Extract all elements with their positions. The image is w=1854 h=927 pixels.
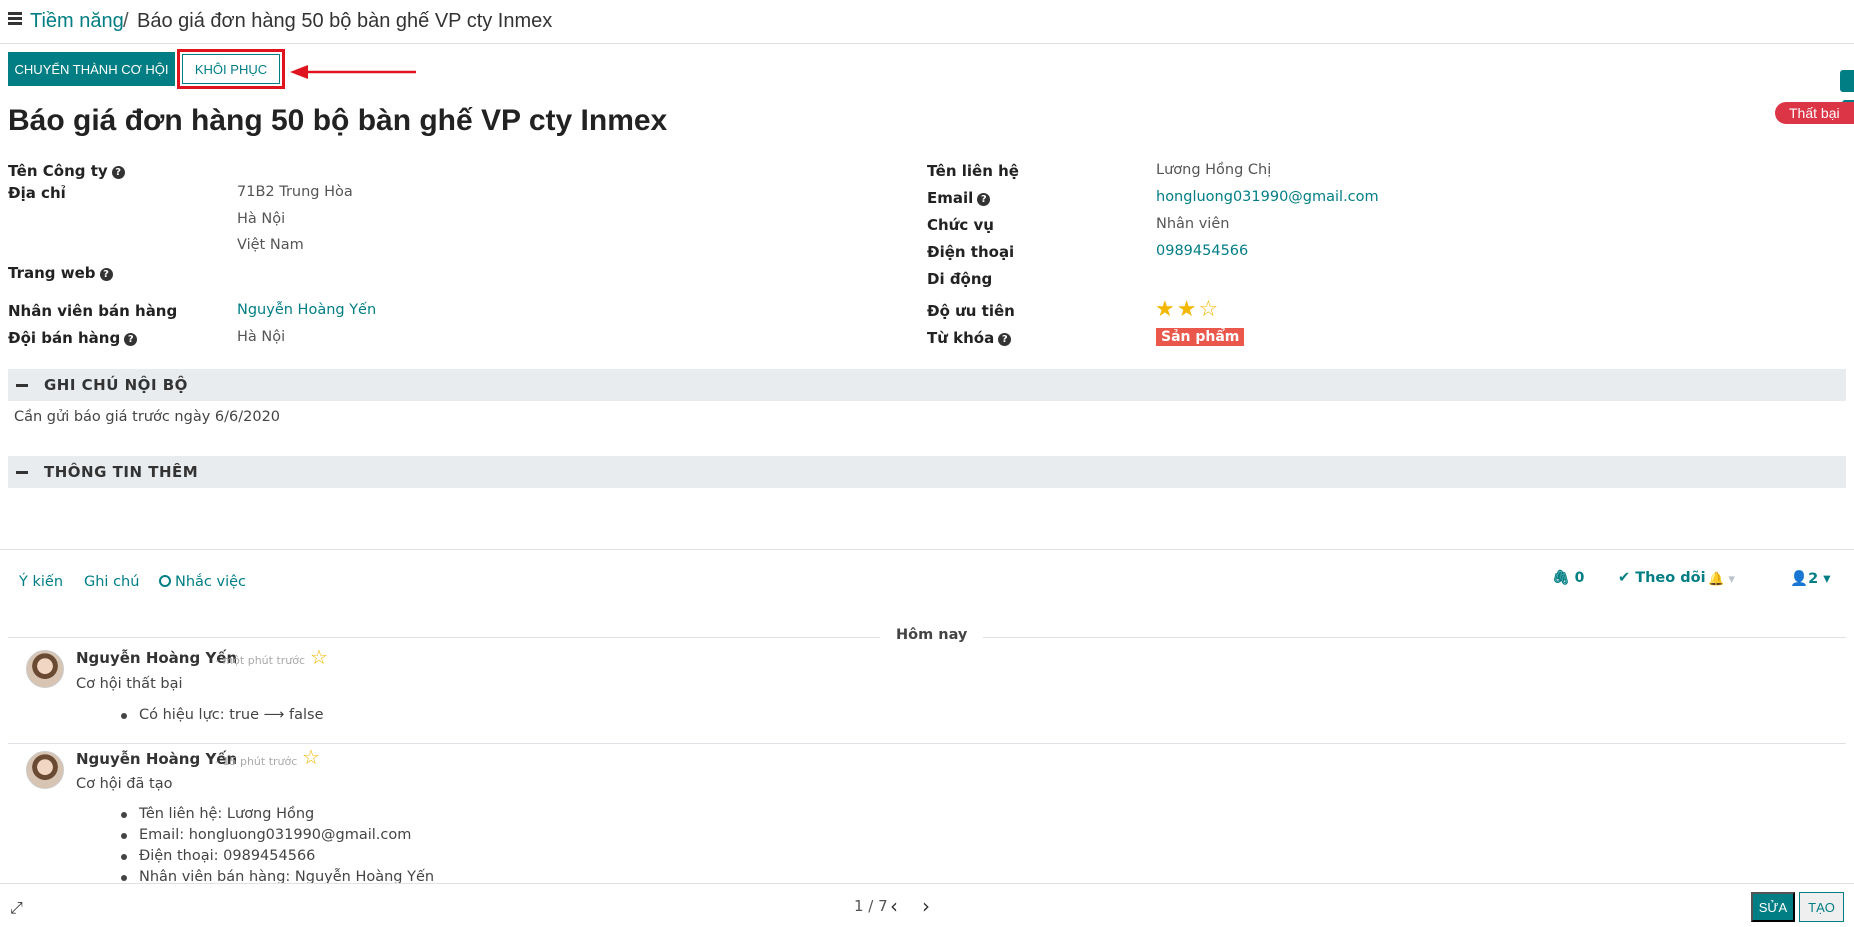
avatar[interactable] xyxy=(26,751,64,789)
email-link[interactable]: hongluong031990@gmail.com xyxy=(1156,189,1379,205)
message-separator xyxy=(8,743,1846,744)
job-position-field[interactable]: Nhân viên xyxy=(1156,216,1229,232)
message-author[interactable]: Nguyễn Hoàng Yến xyxy=(76,750,237,768)
tracking-value-item: Có hiệu lực: true ⟶ false xyxy=(121,705,324,726)
tracking-values-list: Có hiệu lực: true ⟶ false xyxy=(121,705,324,726)
check-icon: ✔ xyxy=(1618,570,1631,586)
collapse-icon[interactable] xyxy=(16,384,28,387)
job-position-label: Chức vụ xyxy=(927,216,994,234)
phone-label: Điện thoại xyxy=(927,243,1015,261)
followers-button[interactable]: 👤2 ▾ xyxy=(1790,570,1830,587)
salesperson-label: Nhân viên bán hàng xyxy=(8,302,178,320)
tracking-value-item: Điện thoại: 0989454566 xyxy=(121,846,434,867)
tag-badge: Sản phẩm xyxy=(1156,328,1245,346)
star-icon[interactable]: ☆ xyxy=(310,645,328,669)
avatar[interactable] xyxy=(26,650,64,688)
star-filled-icon[interactable]: ★ xyxy=(1177,297,1199,322)
message-body: Cơ hội đã tạo xyxy=(76,776,173,792)
breadcrumb-separator: / xyxy=(123,10,129,32)
sales-team-label: Đội bán hàng? xyxy=(8,329,138,347)
chevron-left-icon[interactable]: ‹ xyxy=(890,894,898,918)
tracking-values-list: Tên liên hệ: Lương Hồng Email: hongluong… xyxy=(121,804,434,888)
help-icon[interactable]: ? xyxy=(124,333,138,346)
priority-label: Độ ưu tiên xyxy=(927,302,1015,320)
star-icon[interactable]: ☆ xyxy=(302,745,320,769)
status-ribbon-lost: Thất bại xyxy=(1775,102,1854,124)
edit-button[interactable]: SỬA xyxy=(1751,892,1795,922)
chatter-divider xyxy=(0,549,1854,550)
tracking-value-item: Tên liên hệ: Lương Hồng xyxy=(121,804,434,825)
help-icon[interactable]: ? xyxy=(977,193,991,206)
internal-notes-section-header[interactable]: GHI CHÚ NỘI BỘ xyxy=(8,369,1846,401)
record-title: Báo giá đơn hàng 50 bộ bàn ghế VP cty In… xyxy=(8,104,668,137)
address-label: Địa chỉ xyxy=(8,184,66,202)
tags-label: Từ khóa? xyxy=(927,329,1012,347)
convert-to-opportunity-button[interactable]: CHUYỂN THÀNH CƠ HỘI xyxy=(8,52,175,86)
contact-name-field[interactable]: Lương Hồng Chị xyxy=(1156,162,1271,178)
expand-icon[interactable]: ⤢ xyxy=(10,898,23,918)
company-name-label: Tên Công ty? xyxy=(8,162,125,180)
message-body: Cơ hội thất bại xyxy=(76,676,183,692)
tracking-value-item: Email: hongluong031990@gmail.com xyxy=(121,825,434,846)
bottom-toolbar: ⤢ 1 / 7 ‹ › SỬA TẠO xyxy=(0,883,1854,927)
email-label: Email? xyxy=(927,189,991,207)
bell-icon[interactable]: 🔔 ▾ xyxy=(1708,572,1735,587)
log-note-button[interactable]: Ghi chú xyxy=(84,574,139,590)
message-author[interactable]: Nguyễn Hoàng Yến xyxy=(76,649,237,667)
clock-icon xyxy=(159,575,171,587)
control-panel-breadcrumb-bar: Tiềm năng / Báo giá đơn hàng 50 bộ bàn g… xyxy=(0,0,1854,44)
follow-button[interactable]: ✔ Theo dõi xyxy=(1618,570,1706,586)
star-empty-icon[interactable]: ☆ xyxy=(1198,297,1220,322)
collapse-icon[interactable] xyxy=(16,471,28,474)
annotation-arrow-icon xyxy=(290,65,416,79)
chevron-right-icon[interactable]: › xyxy=(922,894,930,918)
users-icon: 👤 xyxy=(1790,571,1809,587)
message-date: - một phút trước xyxy=(215,654,306,667)
sales-team-field[interactable]: Hà Nội xyxy=(237,329,285,345)
address-city-field[interactable]: Hà Nội xyxy=(237,211,285,227)
section-title: THÔNG TIN THÊM xyxy=(44,463,199,481)
star-filled-icon[interactable]: ★ xyxy=(1155,297,1177,322)
paperclip-icon: 🖇 xyxy=(1552,570,1570,586)
help-icon[interactable]: ? xyxy=(998,333,1012,346)
mobile-label: Di động xyxy=(927,270,993,288)
hamburger-icon[interactable] xyxy=(8,12,22,25)
extra-info-section-header[interactable]: THÔNG TIN THÊM xyxy=(8,456,1846,488)
schedule-activity-button[interactable]: Nhắc việc xyxy=(159,574,246,590)
website-label: Trang web? xyxy=(8,264,113,282)
address-country-field[interactable]: Việt Nam xyxy=(237,237,304,253)
breadcrumb-current: Báo giá đơn hàng 50 bộ bàn ghế VP cty In… xyxy=(137,10,553,32)
date-separator-label: Hôm nay xyxy=(880,627,984,643)
internal-notes-text[interactable]: Cần gửi báo giá trước ngày 6/6/2020 xyxy=(14,409,280,425)
help-icon[interactable]: ? xyxy=(111,166,125,179)
help-icon[interactable]: ? xyxy=(99,268,113,281)
priority-stars[interactable]: ★★☆ xyxy=(1155,297,1220,322)
pager-value[interactable]: 1 / 7 xyxy=(854,897,888,915)
address-street-field[interactable]: 71B2 Trung Hòa xyxy=(237,184,353,200)
side-panel-toggle[interactable] xyxy=(1840,70,1854,92)
create-button[interactable]: TẠO xyxy=(1799,892,1844,922)
section-title: GHI CHÚ NỘI BỘ xyxy=(44,376,188,394)
restore-button[interactable]: KHÔI PHỤC xyxy=(182,54,280,84)
breadcrumb-parent-link[interactable]: Tiềm năng xyxy=(30,10,124,33)
attachments-button[interactable]: 🖇 0 xyxy=(1552,570,1584,586)
message-date: - 15 phút trước xyxy=(215,755,298,768)
contact-name-label: Tên liên hệ xyxy=(927,162,1019,180)
phone-link[interactable]: 0989454566 xyxy=(1156,243,1248,259)
send-message-button[interactable]: Ý kiến xyxy=(19,574,63,590)
salesperson-link[interactable]: Nguyễn Hoàng Yến xyxy=(237,302,376,318)
